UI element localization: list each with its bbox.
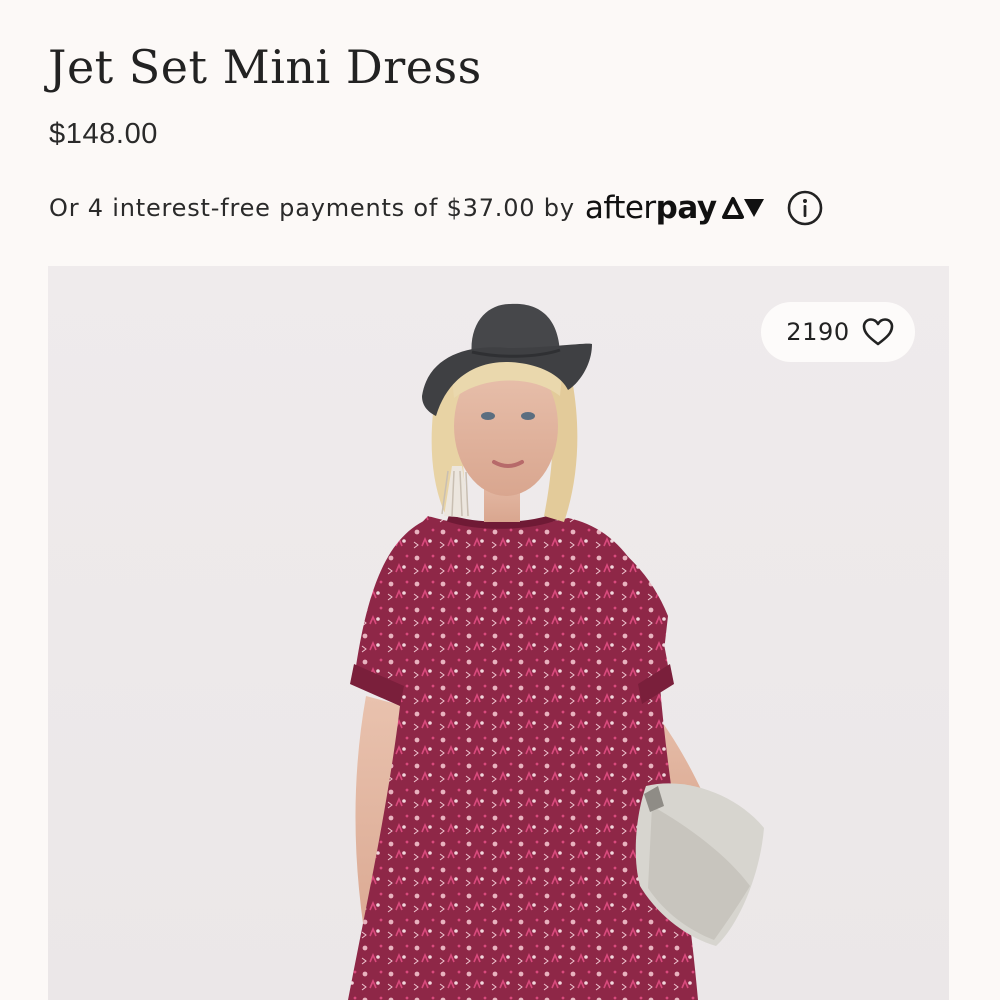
heart-outline-icon: [862, 317, 894, 347]
model-photo: [48, 266, 949, 1000]
product-price: $148.00: [49, 118, 159, 150]
afterpay-logo-pay: pay: [655, 190, 717, 226]
afterpay-installments: Or 4 interest-free payments of $37.00 by…: [49, 186, 823, 230]
like-button[interactable]: 2190: [761, 302, 915, 362]
product-image[interactable]: 2190: [48, 266, 949, 1000]
installments-text: Or 4 interest-free payments of $37.00 by: [49, 194, 575, 222]
product-title: Jet Set Mini Dress: [48, 40, 482, 94]
afterpay-logo-after: after: [584, 190, 656, 226]
afterpay-arrows-icon: [721, 197, 764, 219]
likes-count: 2190: [786, 318, 850, 346]
product-page: Jet Set Mini Dress $148.00 Or 4 interest…: [0, 0, 1000, 1000]
afterpay-logo: after pay: [585, 190, 767, 226]
info-icon[interactable]: [787, 190, 823, 226]
